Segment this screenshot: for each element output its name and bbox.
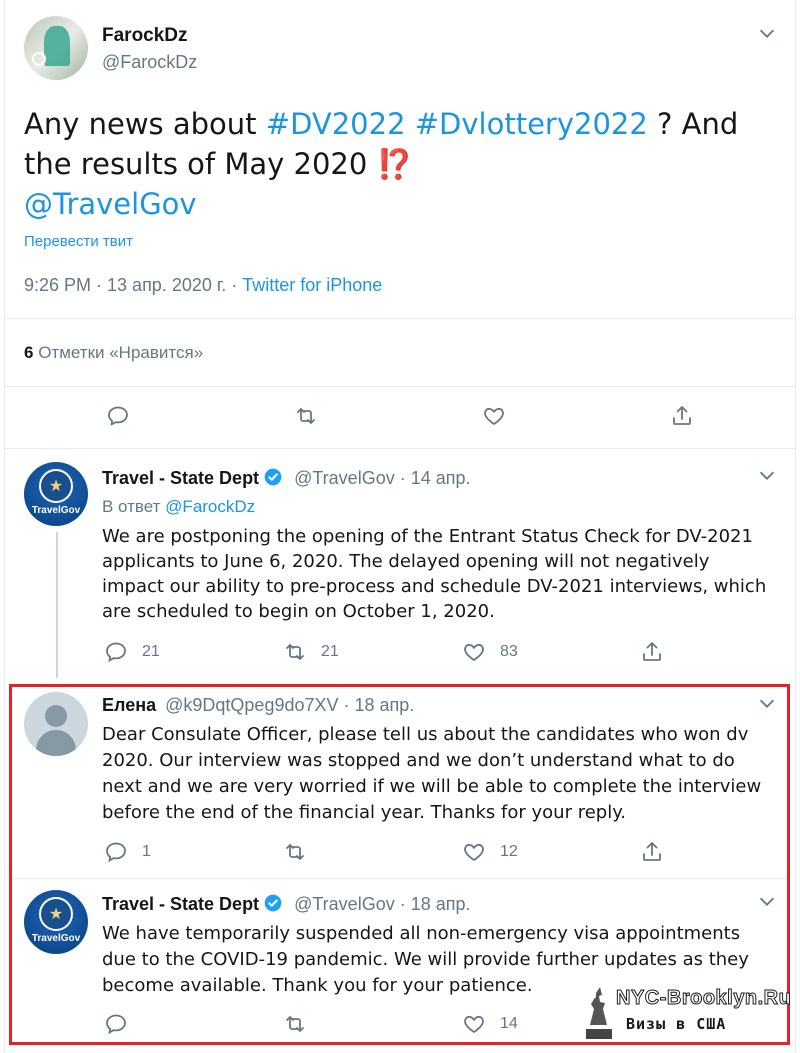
verified-badge-icon <box>264 468 282 486</box>
reply-date[interactable]: · 18 апр. <box>395 894 471 914</box>
like-button[interactable]: 14 <box>462 1012 518 1036</box>
retweet-icon <box>286 1016 304 1032</box>
heart-icon <box>484 407 504 425</box>
reply-button[interactable]: 1 <box>104 840 151 864</box>
watermark: NYC-Brooklyn.Ru Визы в США <box>578 985 792 1039</box>
author-handle[interactable]: @TravelGov <box>294 894 395 914</box>
divider <box>4 386 796 387</box>
like-count: 12 <box>500 843 518 860</box>
avatar[interactable]: ★ TravelGov <box>24 890 88 954</box>
retweet-button[interactable]: 21 <box>283 640 339 664</box>
reply-count: 1 <box>142 843 151 860</box>
divider <box>12 878 787 879</box>
retweet-button[interactable] <box>283 840 321 864</box>
reply-header: Travel - State Dept @TravelGov · 18 апр. <box>102 893 471 915</box>
heart-icon <box>464 643 484 662</box>
verified-badge-icon <box>264 894 282 912</box>
retweet-button[interactable] <box>294 404 318 428</box>
heart-icon <box>464 843 484 862</box>
likes-summary[interactable]: 6 Отметки «Нравится» <box>24 343 203 363</box>
reply-icon <box>106 842 126 863</box>
retweet-icon <box>297 408 315 424</box>
watermark-tagline: Визы в США <box>626 1015 727 1033</box>
reply-button[interactable] <box>104 1012 142 1036</box>
share-icon <box>643 642 661 661</box>
share-button[interactable] <box>640 640 664 664</box>
reply-icon <box>106 642 126 663</box>
statue-of-liberty-icon <box>586 987 612 1039</box>
reply-to-link[interactable]: @FarockDz <box>165 497 255 516</box>
retweet-icon <box>286 644 304 660</box>
share-button[interactable] <box>640 840 664 864</box>
tweet-meta: 9:26 PM · 13 апр. 2020 г. · Twitter for … <box>24 275 382 296</box>
interrobang-emoji: ⁉️ <box>376 147 413 181</box>
translate-link[interactable]: Перевести твит <box>24 233 133 250</box>
divider <box>4 318 796 319</box>
heart-icon <box>464 1015 484 1034</box>
avatar[interactable] <box>24 16 88 80</box>
like-button[interactable] <box>482 404 506 428</box>
reply-button[interactable] <box>106 404 130 428</box>
avatar-label: TravelGov <box>31 504 81 516</box>
author-handle[interactable]: @TravelGov <box>294 468 395 488</box>
reply-icon <box>108 406 128 426</box>
tweet-text: Any news about #DV2022 #Dvlottery2022 ? … <box>24 104 754 224</box>
reply-text: Dear Consulate Officer, please tell us a… <box>102 724 762 823</box>
author-name[interactable]: FarockDz <box>102 25 188 47</box>
reply-text: We are postponing the opening of the Ent… <box>102 526 767 622</box>
retweet-icon <box>286 844 304 860</box>
reply-prefix: В ответ <box>102 497 166 516</box>
reply-header: Travel - State Dept @TravelGov · 14 апр. <box>102 467 471 489</box>
share-icon <box>673 406 691 425</box>
reply-date[interactable]: · 14 апр. <box>395 468 471 488</box>
divider <box>4 448 796 449</box>
like-count: 83 <box>500 643 518 660</box>
reply-date[interactable]: · 18 апр. <box>339 695 415 715</box>
hashtag-link[interactable]: #DV2022 <box>266 107 406 141</box>
author-name[interactable]: Travel - State Dept <box>102 894 259 914</box>
tweet-text-prefix: Any news about <box>24 107 266 141</box>
like-button[interactable]: 83 <box>462 640 518 664</box>
reply-count: 21 <box>142 643 160 660</box>
author-name[interactable]: Елена <box>102 695 156 715</box>
tweet-timestamp[interactable]: 9:26 PM · 13 апр. 2020 г. · <box>24 275 242 295</box>
like-count: 14 <box>500 1015 518 1032</box>
avatar[interactable] <box>24 692 88 756</box>
author-handle[interactable]: @k9DqtQpeg9do7XV <box>165 695 338 715</box>
mention-link[interactable]: @TravelGov <box>24 187 197 221</box>
avatar[interactable]: ★ TravelGov <box>24 462 88 526</box>
chevron-down-icon[interactable] <box>756 692 778 714</box>
author-name[interactable]: Travel - State Dept <box>102 468 259 488</box>
author-handle[interactable]: @FarockDz <box>102 52 197 73</box>
chevron-down-icon[interactable] <box>756 464 778 486</box>
reply-icon <box>106 1014 126 1035</box>
reply-context: В ответ @FarockDz <box>102 497 255 517</box>
retweet-button[interactable] <box>283 1012 321 1036</box>
tweet-source-link[interactable]: Twitter for iPhone <box>242 275 382 295</box>
like-button[interactable]: 12 <box>462 840 518 864</box>
watermark-site: NYC-Brooklyn.Ru <box>615 987 792 1010</box>
hashtag-link[interactable]: #Dvlottery2022 <box>415 107 648 141</box>
share-button[interactable] <box>670 404 694 428</box>
retweet-count: 21 <box>321 643 339 660</box>
reply-button[interactable]: 21 <box>104 640 160 664</box>
avatar-label: TravelGov <box>31 932 81 944</box>
chevron-down-icon[interactable] <box>756 22 778 44</box>
likes-label: Отметки «Нравится» <box>33 343 204 362</box>
chevron-down-icon[interactable] <box>756 890 778 912</box>
share-icon <box>643 842 661 861</box>
thread-line <box>56 532 58 678</box>
reply-header: Елена @k9DqtQpeg9do7XV · 18 апр. <box>102 695 414 716</box>
